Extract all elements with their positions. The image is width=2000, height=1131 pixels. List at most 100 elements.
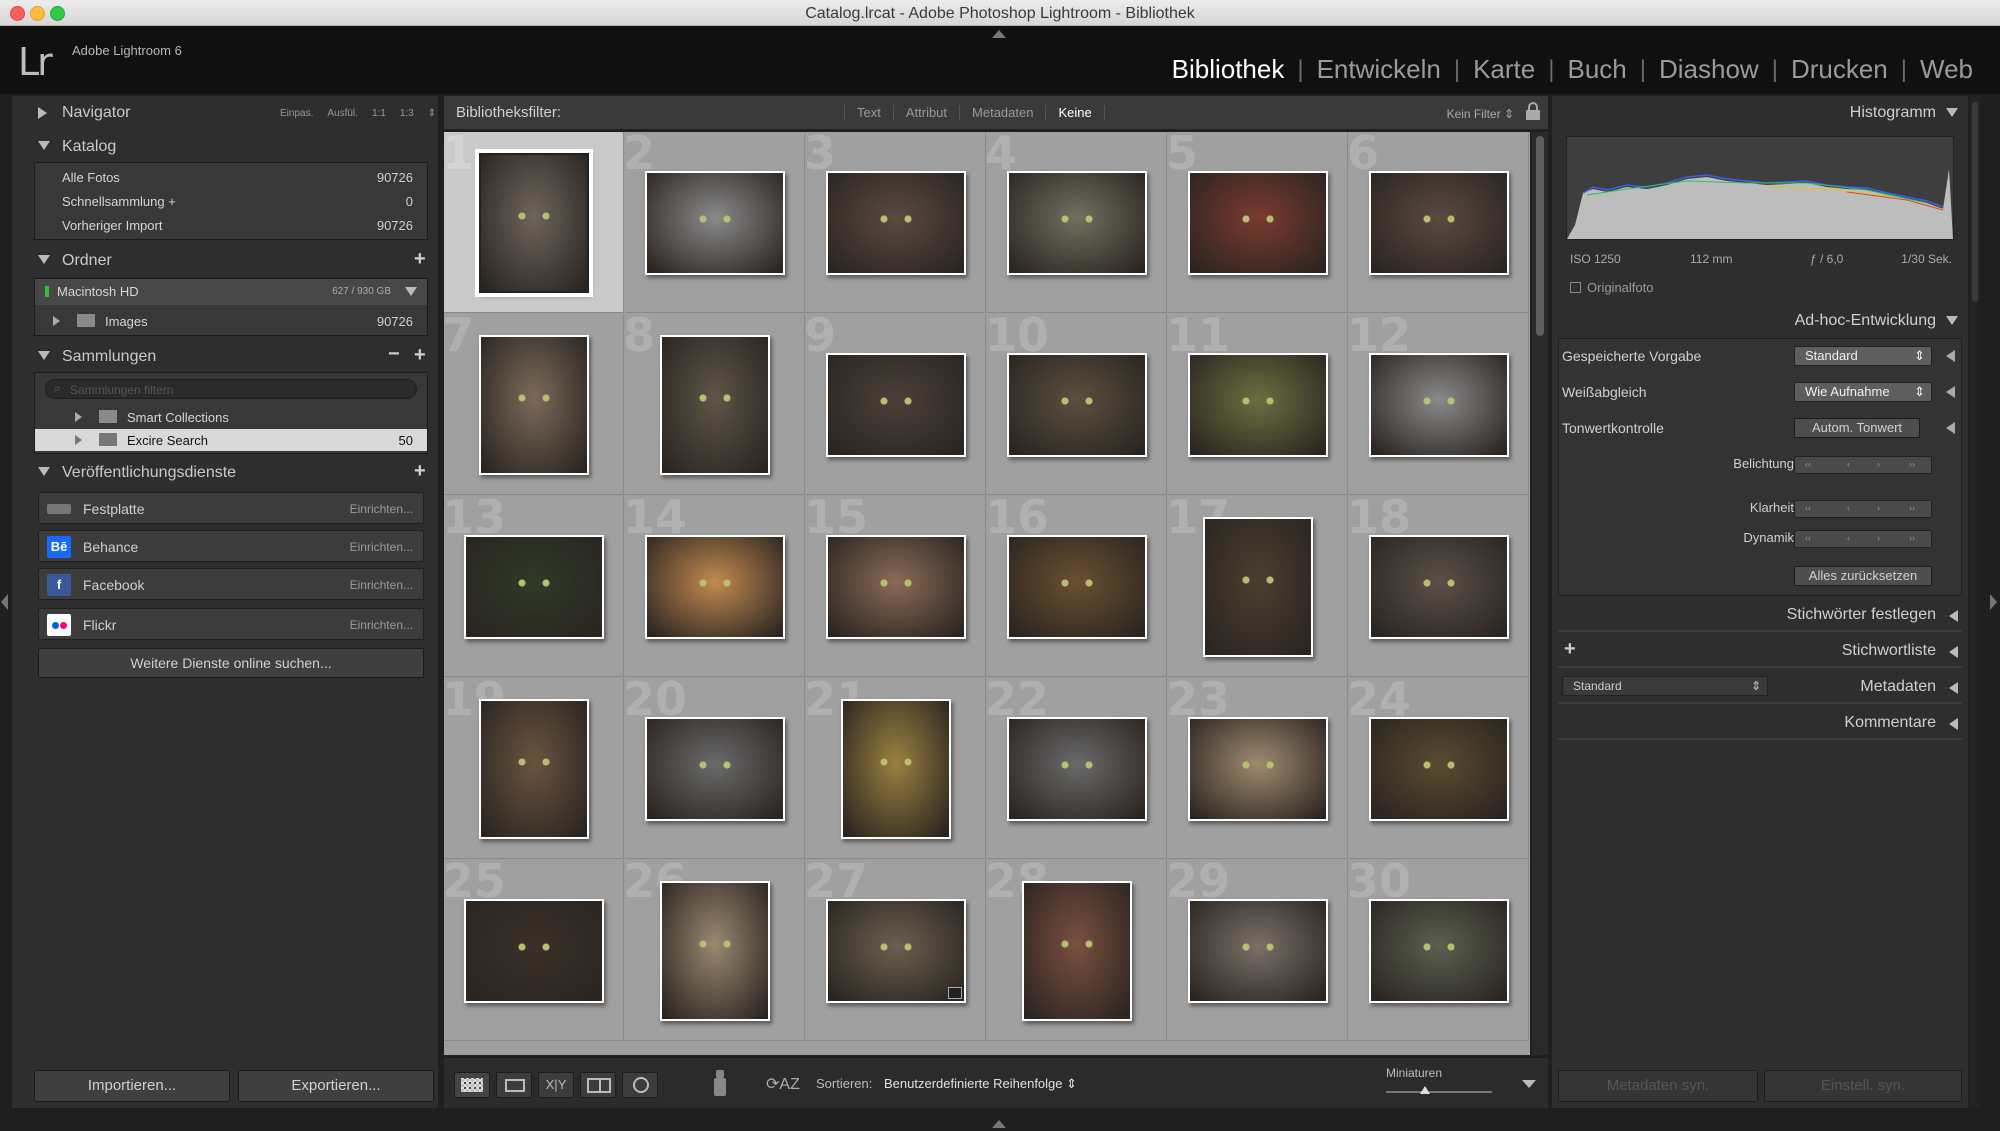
import-button[interactable]: Importieren... [34, 1070, 230, 1102]
sammlungen-header[interactable]: Sammlungen − + [12, 342, 438, 370]
vibrance-stepper[interactable]: ‹‹ ‹ › ›› [1794, 530, 1932, 548]
katalog-item[interactable]: Vorheriger Import 90726 [35, 213, 427, 237]
slider-handle[interactable] [1420, 1086, 1430, 1094]
photo-thumbnail[interactable] [826, 534, 966, 639]
grid-cell[interactable]: 18 [1349, 496, 1529, 677]
add-service-icon[interactable]: + [414, 460, 426, 483]
loupe-view-button[interactable] [496, 1072, 532, 1098]
photo-thumbnail[interactable] [841, 698, 951, 839]
clarity-stepper[interactable]: ‹‹ ‹ › ›› [1794, 500, 1932, 518]
collection-item-selected[interactable]: Excire Search 50 [35, 429, 427, 451]
white-balance-dropdown[interactable]: Wie Aufnahme ⇕ [1794, 382, 1932, 402]
grid-cell[interactable]: 14 [625, 496, 805, 677]
katalog-item[interactable]: Schnellsammlung +0 [35, 189, 427, 213]
grid-cell[interactable]: 10 [987, 314, 1167, 495]
photo-thumbnail[interactable] [1007, 170, 1147, 275]
grid-cell[interactable]: 17 [1168, 496, 1348, 677]
scrollbar-thumb[interactable] [1536, 136, 1544, 336]
original-photo-toggle[interactable]: Originalfoto [1570, 280, 1653, 295]
filter-tab-keine[interactable]: Keine [1045, 105, 1105, 120]
collapse-row-icon[interactable] [1946, 386, 1955, 398]
zoom-dropdown-icon[interactable]: ⇕ [428, 108, 436, 119]
collection-item[interactable]: Smart Collections [35, 405, 427, 429]
grid-cell[interactable]: 29 [1168, 860, 1348, 1041]
grid-cell[interactable]: 28 [987, 860, 1167, 1041]
grid-cell[interactable]: 26 [625, 860, 805, 1041]
zoom-1-3[interactable]: 1:3 [400, 108, 414, 119]
zoom-fit[interactable]: Einpas. [280, 108, 313, 119]
photo-thumbnail[interactable] [1369, 898, 1509, 1003]
grid-cell[interactable]: 20 [625, 678, 805, 859]
service-festplatte[interactable]: Festplatte Einrichten... [38, 492, 424, 524]
filter-tab-metadaten[interactable]: Metadaten [959, 105, 1045, 120]
histogram-header[interactable]: Histogramm [1552, 98, 1968, 128]
keyword-list-header[interactable]: + Stichwortliste [1552, 636, 1968, 666]
photo-thumbnail[interactable] [660, 334, 770, 475]
photo-thumbnail[interactable] [464, 898, 604, 1003]
grid-cell[interactable]: 23 [1168, 678, 1348, 859]
photo-thumbnail[interactable] [1188, 170, 1328, 275]
photo-thumbnail[interactable] [464, 534, 604, 639]
ordner-header[interactable]: Ordner + [12, 246, 438, 274]
katalog-header[interactable]: Katalog [12, 132, 438, 160]
photo-thumbnail[interactable] [1188, 352, 1328, 457]
service-facebook[interactable]: f Facebook Einrichten... [38, 568, 424, 600]
export-button[interactable]: Exportieren... [238, 1070, 434, 1102]
remove-collection-icon[interactable]: − [388, 343, 400, 366]
photo-thumbnail[interactable] [1369, 170, 1509, 275]
grid-cell[interactable]: 21 [806, 678, 986, 859]
comments-header[interactable]: Kommentare [1552, 708, 1968, 738]
filter-tab-attribut[interactable]: Attribut [892, 105, 959, 120]
volume-row[interactable]: Macintosh HD 627 / 930 GB [35, 279, 427, 305]
zoom-1-1[interactable]: 1:1 [372, 108, 386, 119]
collection-search[interactable]: ⌕ Sammlungen filtern [45, 379, 417, 399]
module-entwickeln[interactable]: Entwickeln [1304, 54, 1454, 85]
lock-icon[interactable] [1526, 102, 1540, 120]
metadata-preset-dropdown[interactable]: Standard ⇕ [1562, 676, 1768, 696]
grid-scrollbar[interactable] [1532, 132, 1548, 1055]
add-collection-icon[interactable]: + [414, 344, 426, 367]
grid-cell[interactable]: 25 [444, 860, 624, 1041]
people-view-button[interactable] [622, 1072, 658, 1098]
grid-cell[interactable]: 13 [444, 496, 624, 677]
expand-icon[interactable] [75, 412, 82, 422]
photo-thumbnail[interactable] [826, 352, 966, 457]
grid-cell[interactable]: 15 [806, 496, 986, 677]
sort-dropdown[interactable]: Benutzerdefinierte Reihenfolge ⇕ [884, 1076, 1077, 1092]
top-panel-toggle-icon[interactable] [992, 30, 1006, 38]
survey-view-button[interactable] [580, 1072, 616, 1098]
collapse-row-icon[interactable] [1946, 422, 1955, 434]
navigator-header[interactable]: Navigator Einpas. Ausfül. 1:1 1:3 ⇕ [12, 98, 438, 126]
photo-thumbnail[interactable] [1369, 352, 1509, 457]
grid-view-button[interactable] [454, 1072, 490, 1098]
module-drucken[interactable]: Drucken [1778, 54, 1901, 85]
painter-icon[interactable] [714, 1070, 726, 1098]
photo-thumbnail[interactable] [479, 698, 589, 839]
photo-thumbnail[interactable] [1007, 716, 1147, 821]
compare-view-button[interactable]: X|Y [538, 1072, 574, 1098]
scrollbar-thumb[interactable] [1972, 102, 1978, 302]
grid-cell[interactable]: 5 [1168, 132, 1348, 313]
add-folder-icon[interactable]: + [414, 248, 426, 271]
volume-expand-icon[interactable] [405, 287, 417, 296]
folder-row[interactable]: Images 90726 [35, 309, 427, 333]
module-diashow[interactable]: Diashow [1646, 54, 1772, 85]
right-panel-scrollbar[interactable] [1970, 96, 1980, 1108]
photo-thumbnail[interactable] [1369, 534, 1509, 639]
grid-cell[interactable]: 9 [806, 314, 986, 495]
grid-cell[interactable]: 6 [1349, 132, 1529, 313]
quick-develop-header[interactable]: Ad-hoc-Entwicklung [1552, 306, 1968, 336]
thumbnail-size-slider[interactable] [1386, 1086, 1492, 1094]
sync-metadata-button[interactable]: Metadaten syn. [1558, 1070, 1758, 1102]
saved-preset-dropdown[interactable]: Standard ⇕ [1794, 346, 1932, 366]
filter-preset-dropdown[interactable]: Kein Filter ⇕ [1447, 107, 1514, 121]
more-services-button[interactable]: Weitere Dienste online suchen... [38, 648, 424, 678]
sync-settings-button[interactable]: Einstell. syn. [1764, 1070, 1962, 1102]
grid-cell[interactable]: 19 [444, 678, 624, 859]
auto-tone-button[interactable]: Autom. Tonwert [1794, 418, 1920, 438]
photo-thumbnail[interactable] [1188, 898, 1328, 1003]
grid-cell-selected[interactable]: 1 [444, 132, 624, 313]
module-web[interactable]: Web [1907, 54, 1986, 85]
checkbox[interactable] [1570, 282, 1581, 293]
filter-tab-text[interactable]: Text [844, 105, 893, 120]
